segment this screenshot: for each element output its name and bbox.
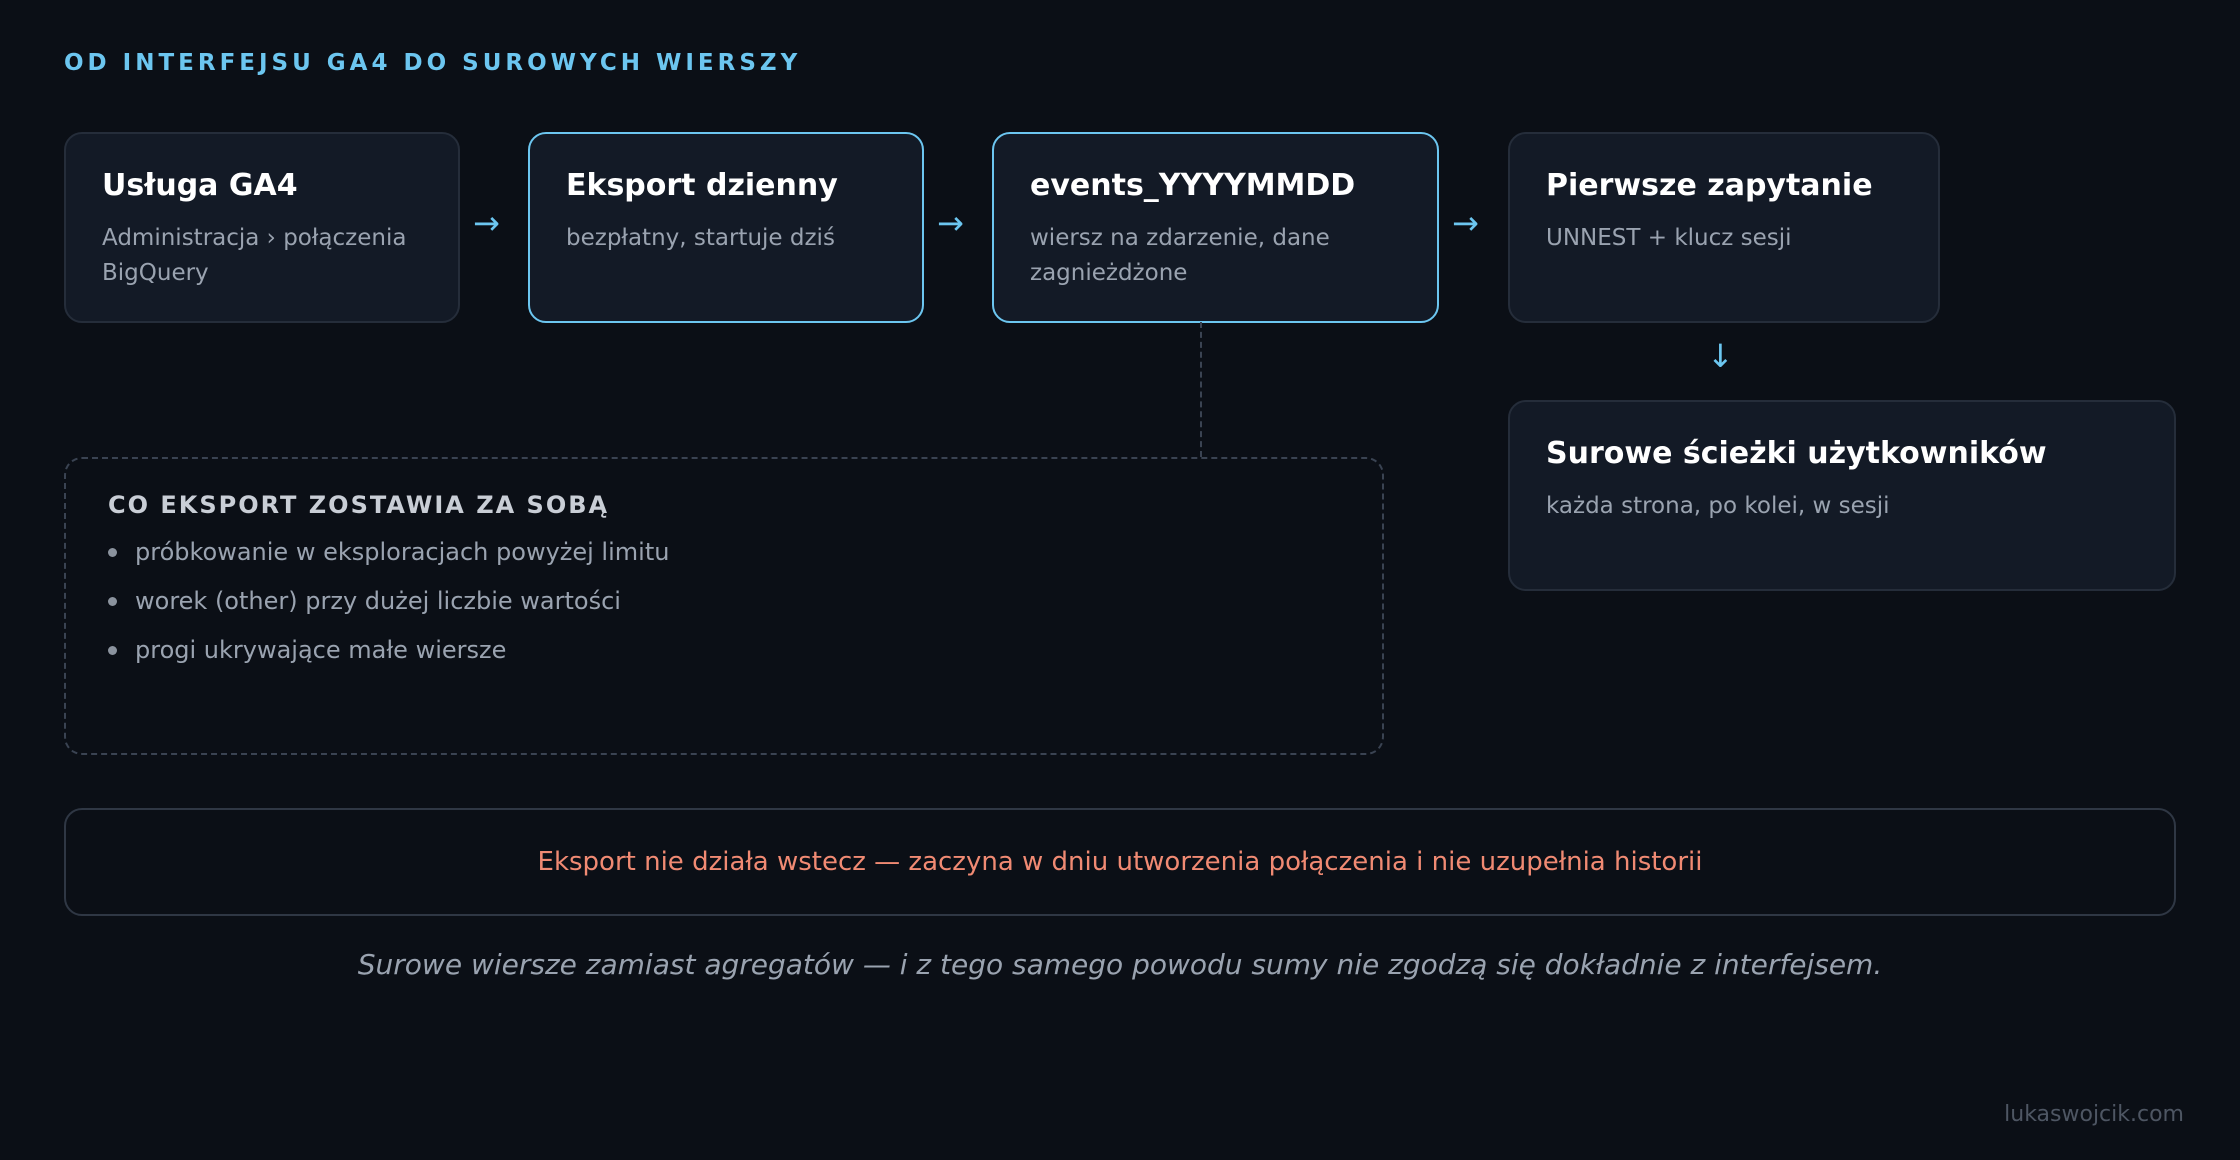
arrow-right-icon: →	[473, 204, 500, 242]
arrow-right-icon: →	[937, 204, 964, 242]
warning-text: Eksport nie działa wstecz — zaczyna w dn…	[537, 847, 1703, 877]
step-events-table: events_YYYYMMDD wiersz na zdarzenie, dan…	[992, 132, 1439, 323]
diagram-title: OD INTERFEJSU GA4 DO SUROWYCH WIERSZY	[64, 50, 802, 76]
arrow-right-icon: →	[1452, 204, 1479, 242]
step-subtitle: UNNEST + klucz sesji	[1546, 225, 1792, 251]
step-title: Usługa GA4	[102, 168, 298, 203]
step-first-query: Pierwsze zapytanie UNNEST + klucz sesji	[1508, 132, 1940, 323]
bullet-icon	[108, 596, 117, 606]
step-subtitle: bezpłatny, startuje dziś	[566, 225, 835, 251]
left-behind-title: CO EKSPORT ZOSTAWIA ZA SOBĄ	[108, 491, 610, 519]
list-item-text: worek (other) przy dużej liczbie wartośc…	[135, 587, 621, 615]
step-ga4-service: Usługa GA4 Administracja › połączenia Bi…	[64, 132, 460, 323]
step-title: events_YYYYMMDD	[1030, 168, 1356, 203]
footer-link[interactable]: lukaswojcik.com	[2004, 1102, 2184, 1127]
list-item: worek (other) przy dużej liczbie wartośc…	[108, 586, 1342, 616]
left-behind-list: próbkowanie w eksploracjach powyżej limi…	[108, 537, 1342, 665]
left-behind-panel: CO EKSPORT ZOSTAWIA ZA SOBĄ próbkowanie …	[64, 457, 1384, 755]
step-title: Eksport dzienny	[566, 168, 838, 203]
step-title: Surowe ścieżki użytkowników	[1546, 436, 2047, 471]
arrow-down-icon: ↓	[1707, 337, 1734, 375]
step-raw-user-paths: Surowe ścieżki użytkowników każda strona…	[1508, 400, 2176, 591]
caption: Surowe wiersze zamiast agregatów — i z t…	[357, 948, 1883, 981]
warning-banner: Eksport nie działa wstecz — zaczyna w dn…	[64, 808, 2176, 916]
step-subtitle: Administracja › połączenia BigQuery	[102, 225, 407, 286]
list-item: próbkowanie w eksploracjach powyżej limi…	[108, 537, 1342, 567]
bullet-icon	[108, 547, 117, 557]
step-title: Pierwsze zapytanie	[1546, 168, 1873, 203]
step-daily-export: Eksport dzienny bezpłatny, startuje dziś	[528, 132, 924, 323]
bullet-icon	[108, 645, 117, 655]
step-subtitle: wiersz na zdarzenie, dane zagnieżdżone	[1030, 225, 1330, 286]
list-item-text: progi ukrywające małe wiersze	[135, 636, 507, 664]
step-subtitle: każda strona, po kolei, w sesji	[1546, 493, 1890, 519]
list-item: progi ukrywające małe wiersze	[108, 635, 1342, 665]
dashed-connector	[1200, 322, 1202, 457]
list-item-text: próbkowanie w eksploracjach powyżej limi…	[135, 538, 670, 566]
